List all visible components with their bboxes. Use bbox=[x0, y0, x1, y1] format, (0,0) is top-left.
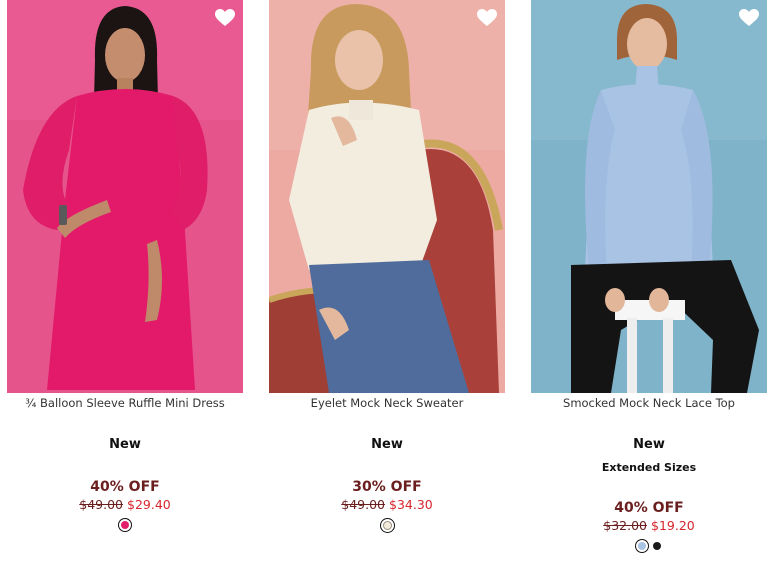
product-image[interactable] bbox=[269, 0, 505, 393]
color-swatch[interactable] bbox=[637, 542, 646, 550]
color-swatches bbox=[269, 517, 505, 533]
extended-sizes-badge: Extended Sizes bbox=[601, 461, 697, 474]
color-swatch[interactable] bbox=[121, 521, 129, 529]
model-ivory-sweater-photo bbox=[269, 0, 505, 393]
heart-icon[interactable] bbox=[215, 9, 235, 27]
original-price: $32.00 bbox=[603, 518, 647, 533]
sale-price: $34.30 bbox=[389, 497, 433, 512]
color-swatch[interactable] bbox=[652, 542, 661, 550]
product-image[interactable] bbox=[531, 0, 767, 393]
original-price: $49.00 bbox=[79, 497, 123, 512]
sale-price: $19.20 bbox=[651, 518, 695, 533]
heart-icon[interactable] bbox=[739, 9, 759, 27]
price-row: $32.00 $19.20 bbox=[531, 518, 767, 533]
sale-price: $29.40 bbox=[127, 497, 171, 512]
product-image[interactable] bbox=[7, 0, 243, 393]
product-card[interactable]: Smocked Mock Neck Lace Top New Extended … bbox=[531, 0, 767, 561]
discount-label: 40% OFF bbox=[90, 479, 160, 495]
new-badge: New bbox=[371, 437, 403, 452]
model-blue-lace-top-photo bbox=[531, 0, 767, 393]
color-swatches bbox=[531, 538, 767, 554]
product-name[interactable]: ¾ Balloon Sleeve Ruffle Mini Dress bbox=[7, 396, 243, 410]
price-row: $49.00 $29.40 bbox=[7, 497, 243, 512]
heart-icon[interactable] bbox=[477, 9, 497, 27]
product-card[interactable]: ¾ Balloon Sleeve Ruffle Mini Dress New 4… bbox=[7, 0, 243, 561]
product-card[interactable]: Eyelet Mock Neck Sweater New 30% OFF $49… bbox=[269, 0, 505, 561]
discount-label: 30% OFF bbox=[352, 479, 422, 495]
product-name[interactable]: Eyelet Mock Neck Sweater bbox=[269, 396, 505, 410]
model-pink-dress-photo bbox=[7, 0, 243, 393]
color-swatch[interactable] bbox=[382, 520, 392, 530]
price-row: $49.00 $34.30 bbox=[269, 497, 505, 512]
product-name[interactable]: Smocked Mock Neck Lace Top bbox=[531, 396, 767, 410]
new-badge: New bbox=[109, 437, 141, 452]
color-swatches bbox=[7, 517, 243, 533]
discount-label: 40% OFF bbox=[614, 500, 684, 516]
product-grid: ¾ Balloon Sleeve Ruffle Mini Dress New 4… bbox=[0, 0, 768, 561]
new-badge: New bbox=[633, 437, 665, 452]
original-price: $49.00 bbox=[341, 497, 385, 512]
